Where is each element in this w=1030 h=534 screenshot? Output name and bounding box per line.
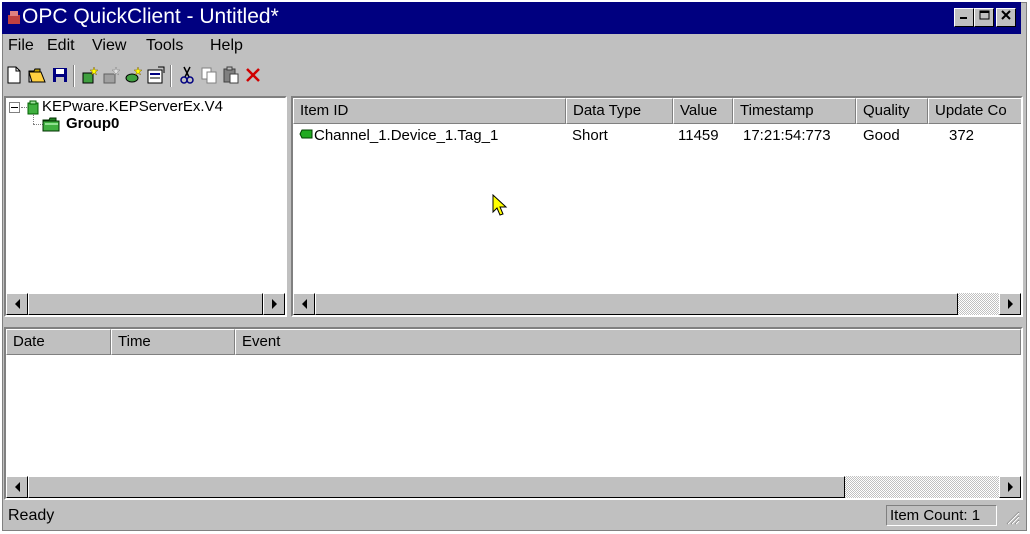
tree-horizontal-scrollbar[interactable]	[6, 293, 285, 315]
title-bar[interactable]: OPC QuickClient - Untitled*	[2, 2, 1021, 34]
menu-tools[interactable]: Tools	[146, 37, 183, 55]
status-text: Ready	[8, 507, 55, 524]
mouse-cursor-icon	[492, 194, 508, 216]
column-header-update-count[interactable]: Update Co	[928, 98, 1021, 124]
new-server-button[interactable]	[80, 65, 100, 85]
maximize-button[interactable]	[974, 8, 994, 27]
open-folder-icon	[28, 68, 46, 83]
cell-data-type: Short	[572, 127, 608, 144]
column-header-timestamp[interactable]: Timestamp	[733, 98, 856, 124]
toolbar-separator	[73, 65, 75, 87]
scroll-right-button[interactable]	[999, 293, 1021, 315]
arrow-left-icon	[301, 299, 307, 309]
scroll-thumb[interactable]	[28, 476, 845, 498]
menu-help[interactable]: Help	[210, 37, 243, 55]
copy-button[interactable]	[199, 65, 219, 85]
close-icon	[1001, 10, 1011, 20]
new-group-button[interactable]	[102, 65, 122, 85]
arrow-left-icon	[14, 299, 20, 309]
arrow-right-icon	[271, 299, 277, 309]
save-icon	[53, 68, 67, 82]
cut-icon	[180, 66, 194, 84]
column-header-event[interactable]: Event	[235, 329, 1021, 355]
tree-collapse-toggle[interactable]	[9, 102, 20, 113]
save-button[interactable]	[50, 65, 70, 85]
maximize-icon	[979, 10, 989, 20]
new-server-icon	[82, 66, 99, 84]
delete-icon	[246, 68, 260, 82]
minimize-button[interactable]	[954, 8, 974, 27]
toolbar-separator	[170, 65, 172, 87]
resize-grip-icon[interactable]	[1004, 509, 1020, 525]
open-button[interactable]	[27, 65, 47, 85]
new-button[interactable]	[4, 65, 24, 85]
scroll-thumb[interactable]	[28, 293, 263, 315]
menu-view[interactable]: View	[92, 37, 126, 55]
cut-button[interactable]	[177, 65, 197, 85]
tree-connector	[33, 114, 35, 124]
delete-button[interactable]	[243, 65, 263, 85]
paste-icon	[223, 66, 239, 84]
scroll-left-button[interactable]	[293, 293, 315, 315]
scroll-track[interactable]	[958, 293, 999, 315]
cell-item-id: Channel_1.Device_1.Tag_1	[314, 127, 499, 144]
tree-group-node[interactable]: Group0	[66, 115, 119, 132]
server-icon	[27, 100, 39, 115]
close-button[interactable]	[996, 8, 1016, 27]
new-group-icon	[103, 66, 121, 84]
new-item-button[interactable]	[124, 65, 144, 85]
table-row[interactable]: Channel_1.Device_1.Tag_1 Short 11459 17:…	[293, 125, 1021, 147]
column-header-date[interactable]: Date	[6, 329, 111, 355]
arrow-right-icon	[1007, 299, 1013, 309]
log-horizontal-scrollbar[interactable]	[6, 476, 1021, 498]
scroll-right-button[interactable]	[263, 293, 285, 315]
scroll-track[interactable]	[845, 476, 999, 498]
arrow-right-icon	[1007, 482, 1013, 492]
items-horizontal-scrollbar[interactable]	[293, 293, 1021, 315]
properties-icon	[147, 66, 165, 84]
status-bar: Ready Item Count: 1	[2, 503, 1021, 527]
items-list-pane[interactable]: Item ID Data Type Value Timestamp Qualit…	[291, 96, 1023, 317]
column-header-data-type[interactable]: Data Type	[566, 98, 673, 124]
arrow-left-icon	[14, 482, 20, 492]
cell-update-count: 372	[949, 127, 975, 144]
scroll-thumb[interactable]	[315, 293, 958, 315]
tree-server-node[interactable]: KEPware.KEPServerEx.V4	[42, 98, 223, 115]
column-header-value[interactable]: Value	[673, 98, 733, 124]
event-log-pane[interactable]: Date Time Event	[4, 327, 1023, 500]
column-header-item-id[interactable]: Item ID	[293, 98, 566, 124]
new-document-icon	[7, 66, 21, 84]
column-header-time[interactable]: Time	[111, 329, 235, 355]
item-count-panel: Item Count: 1	[886, 505, 997, 526]
tag-icon	[299, 129, 313, 139]
properties-button[interactable]	[146, 65, 166, 85]
group-folder-icon	[42, 117, 60, 132]
column-header-quality[interactable]: Quality	[856, 98, 928, 124]
menu-file[interactable]: File	[8, 37, 34, 55]
paste-button[interactable]	[221, 65, 241, 85]
scroll-right-button[interactable]	[999, 476, 1021, 498]
minimize-icon	[960, 17, 967, 19]
menu-bar: File Edit View Tools Help	[2, 34, 1021, 58]
window-title: OPC QuickClient - Untitled*	[22, 5, 279, 28]
scroll-left-button[interactable]	[6, 293, 28, 315]
new-item-icon	[125, 66, 143, 83]
copy-icon	[201, 67, 217, 84]
cell-timestamp: 17:21:54:773	[743, 127, 831, 144]
server-tree-pane[interactable]: KEPware.KEPServerEx.V4 Group0	[4, 96, 287, 317]
scroll-left-button[interactable]	[6, 476, 28, 498]
cell-quality: Good	[863, 127, 900, 144]
app-icon	[8, 11, 20, 24]
cell-value: 11459	[678, 127, 719, 144]
menu-edit[interactable]: Edit	[47, 37, 75, 55]
toolbar	[2, 60, 1021, 90]
